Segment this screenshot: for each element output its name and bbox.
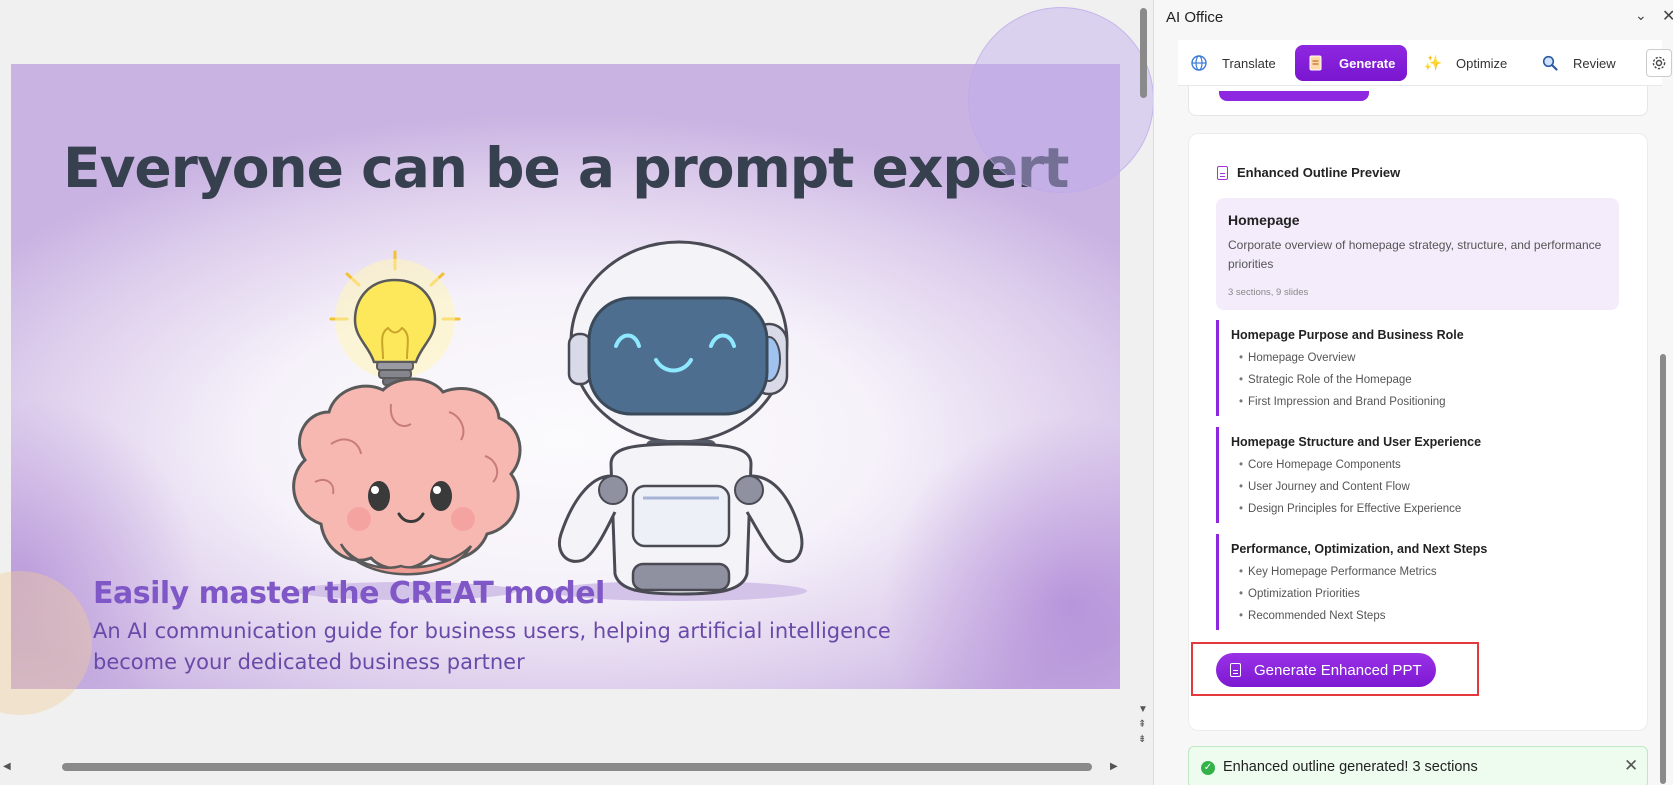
close-icon[interactable]: ✕ — [1624, 756, 1638, 776]
previous-card-button[interactable] — [1219, 91, 1369, 101]
tab-bar: Translate Generate ✨ Optimize Review — [1178, 40, 1662, 86]
section-item: Design Principles for Effective Experien… — [1239, 503, 1461, 515]
tab-translate[interactable]: Translate — [1178, 45, 1290, 81]
magnifier-icon — [1541, 54, 1559, 72]
close-icon[interactable]: ✕ — [1662, 6, 1673, 26]
globe-icon — [1190, 54, 1208, 72]
scroll-right-icon[interactable]: ▶ — [1110, 762, 1118, 772]
chevron-down-icon[interactable]: ⌄ — [1635, 7, 1647, 24]
panel-content: Enhanced Outline Preview Homepage Corpor… — [1154, 86, 1673, 785]
section-item: Strategic Role of the Homepage — [1239, 374, 1412, 386]
scrollbar-thumb[interactable] — [1660, 354, 1666, 784]
summary-meta: 3 sections, 9 slides — [1228, 287, 1309, 298]
toast-message: Enhanced outline generated! 3 sections — [1223, 759, 1478, 775]
slide-title[interactable]: Everyone can be a prompt expert — [63, 136, 1069, 200]
robot-character-icon — [558, 240, 804, 596]
scroll-left-icon[interactable]: ◀ — [3, 762, 11, 772]
outline-header: Enhanced Outline Preview — [1217, 165, 1400, 180]
slide-canvas[interactable]: Everyone can be a prompt expert Easily m… — [11, 64, 1120, 689]
section-item: User Journey and Content Flow — [1239, 481, 1410, 493]
lightbulb-icon — [329, 250, 461, 386]
editor-horizontal-scrollbar[interactable]: ◀ ▶ — [0, 757, 1133, 777]
outline-summary: Homepage Corporate overview of homepage … — [1216, 198, 1619, 310]
tab-review[interactable]: Review — [1529, 45, 1641, 81]
sparkle-icon: ✨ — [1423, 55, 1443, 72]
outline-title: Enhanced Outline Preview — [1237, 165, 1401, 180]
slide-body-text[interactable]: An AI communication guide for business u… — [93, 616, 973, 678]
decorative-circle — [968, 7, 1153, 193]
tab-label: Optimize — [1456, 55, 1508, 71]
section-item: First Impression and Brand Positioning — [1239, 396, 1446, 408]
slide-editor: Everyone can be a prompt expert Easily m… — [0, 0, 1153, 785]
outline-preview-card: Enhanced Outline Preview Homepage Corpor… — [1188, 133, 1648, 731]
tab-generate[interactable]: Generate — [1295, 45, 1407, 81]
tab-label: Review — [1573, 55, 1616, 71]
section-item: Homepage Overview — [1239, 352, 1355, 364]
scroll-down-icon[interactable]: ▼ — [1138, 705, 1148, 715]
next-page-icon[interactable]: ⇟ — [1138, 735, 1146, 745]
document-icon — [1217, 165, 1228, 180]
success-toast: ✓ Enhanced outline generated! 3 sections… — [1188, 746, 1648, 785]
outline-section: Homepage Purpose and Business Role Homep… — [1216, 320, 1616, 416]
outline-section: Homepage Structure and User Experience C… — [1216, 427, 1616, 523]
previous-card — [1188, 86, 1648, 116]
section-item: Optimization Priorities — [1239, 588, 1360, 600]
document-icon — [1230, 663, 1241, 677]
document-icon — [1307, 54, 1325, 72]
panel-title: AI Office — [1166, 9, 1224, 26]
outline-section: Performance, Optimization, and Next Step… — [1216, 534, 1616, 630]
slide-subtitle[interactable]: Easily master the CREAT model — [93, 576, 605, 611]
previous-page-icon[interactable]: ⇞ — [1138, 720, 1146, 730]
section-item: Recommended Next Steps — [1239, 610, 1385, 622]
gear-icon[interactable] — [1646, 49, 1672, 77]
section-title: Homepage Structure and User Experience — [1231, 435, 1482, 449]
section-title: Performance, Optimization, and Next Step… — [1231, 542, 1488, 556]
brain-character-icon — [292, 377, 522, 576]
section-item: Core Homepage Components — [1239, 459, 1401, 471]
ai-office-panel: AI Office ⌄ ✕ Translate Generate ✨ Optim… — [1153, 0, 1673, 785]
tab-label: Translate — [1222, 55, 1276, 71]
editor-vertical-scrollbar[interactable]: ▼ ⇞ ⇟ — [1133, 0, 1153, 760]
summary-title: Homepage — [1228, 212, 1300, 228]
panel-header: AI Office ⌄ ✕ — [1154, 0, 1673, 36]
tab-label: Generate — [1339, 55, 1396, 71]
button-label: Generate Enhanced PPT — [1254, 661, 1422, 679]
check-circle-icon: ✓ — [1201, 761, 1215, 775]
scrollbar-thumb[interactable] — [1140, 8, 1147, 98]
scrollbar-thumb[interactable] — [62, 763, 1092, 771]
summary-description: Corporate overview of homepage strategy,… — [1228, 238, 1602, 271]
tab-optimize[interactable]: ✨ Optimize — [1412, 45, 1524, 81]
slide-illustration[interactable] — [271, 194, 831, 614]
section-item: Key Homepage Performance Metrics — [1239, 566, 1437, 578]
panel-vertical-scrollbar[interactable] — [1654, 86, 1672, 785]
section-title: Homepage Purpose and Business Role — [1231, 328, 1464, 342]
generate-enhanced-ppt-button[interactable]: Generate Enhanced PPT — [1216, 653, 1436, 687]
